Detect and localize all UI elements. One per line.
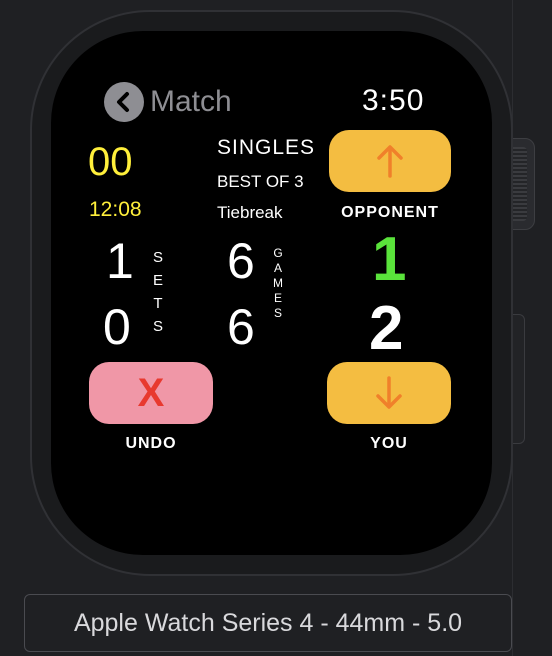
match-timer: 12:08 — [89, 198, 142, 221]
opponent-label: OPPONENT — [341, 204, 439, 221]
arrow-down-icon — [376, 376, 402, 409]
points-display: 00 — [88, 140, 133, 184]
opponent-score: 1 — [372, 225, 407, 294]
simulator-window: Match 3:50 00 12:08 1 0 S E T S SINGLES … — [0, 0, 552, 656]
device-name: Apple Watch Series 4 - 44mm - 5.0 — [73, 608, 463, 637]
games-bottom: 6 — [227, 299, 255, 355]
games-label: G A M E S — [273, 246, 283, 320]
back-label: Match — [150, 85, 232, 118]
undo-label: UNDO — [125, 435, 177, 452]
games-top: 6 — [227, 233, 255, 289]
you-label: YOU — [370, 435, 408, 452]
match-mode: SINGLES — [217, 136, 316, 159]
back-button[interactable]: Match — [104, 82, 232, 122]
you-point-button[interactable] — [327, 362, 451, 424]
you-score: 2 — [369, 294, 404, 363]
sets-opponent: 0 — [103, 299, 131, 355]
sets-label: S E T S — [152, 249, 163, 335]
device-selector[interactable]: Apple Watch Series 4 - 44mm - 5.0 — [24, 594, 512, 652]
undo-button[interactable]: X — [89, 362, 213, 424]
arrow-up-icon — [377, 145, 403, 178]
clock-time: 3:50 — [362, 84, 425, 117]
tiebreak-label: Tiebreak — [217, 203, 283, 222]
chevron-left-icon — [104, 82, 144, 122]
opponent-point-button[interactable] — [329, 130, 451, 192]
match-format: BEST OF 3 — [217, 172, 304, 191]
x-icon: X — [137, 370, 165, 415]
sets-you: 1 — [106, 233, 134, 289]
